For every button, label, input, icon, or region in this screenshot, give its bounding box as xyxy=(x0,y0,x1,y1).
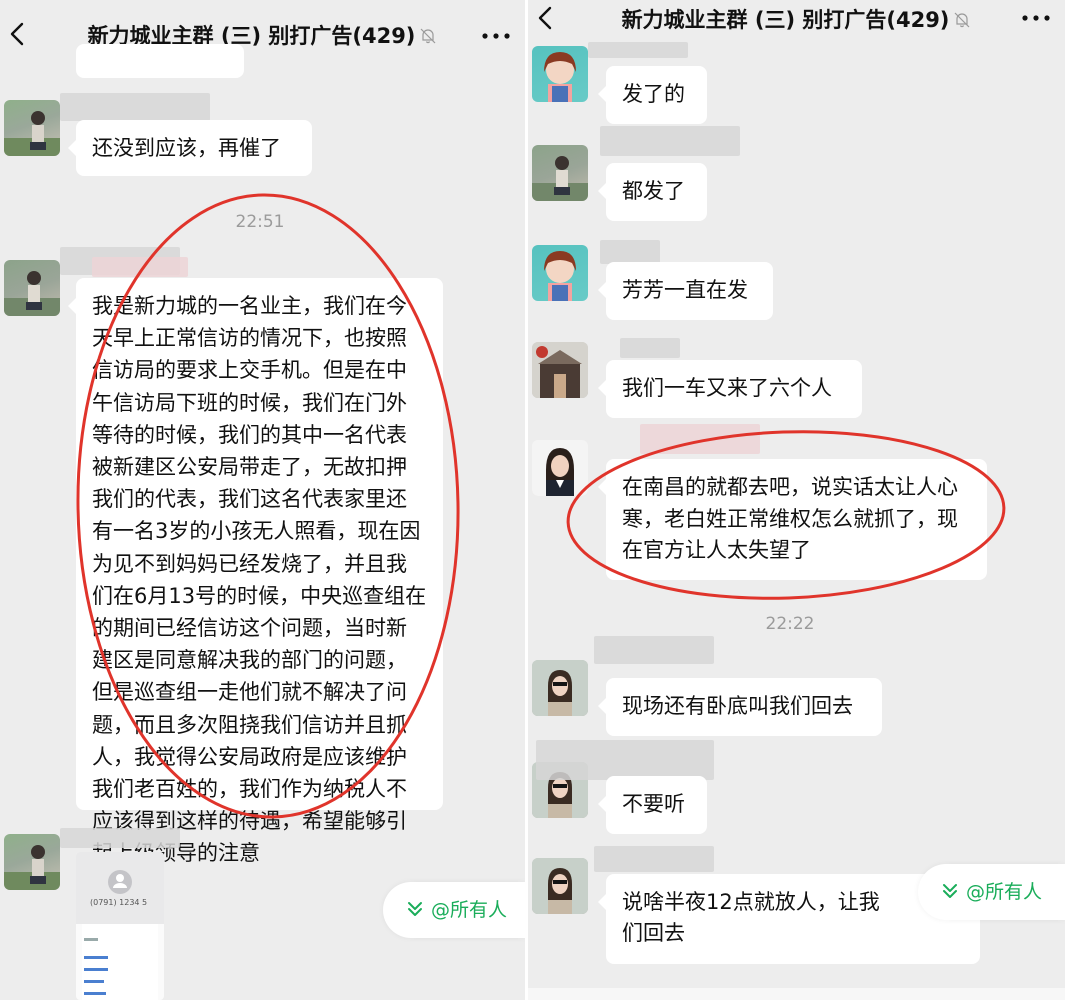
mention-all-chip[interactable]: @所有人 xyxy=(918,864,1065,920)
avatar[interactable] xyxy=(532,245,588,301)
message-bubble[interactable]: 不要听 xyxy=(598,776,707,834)
previous-message-bubble xyxy=(76,44,244,78)
mention-all-label: @所有人 xyxy=(431,899,508,921)
mute-bell-icon xyxy=(953,10,971,28)
timestamp: 22:51 xyxy=(235,212,285,232)
avatar[interactable] xyxy=(4,834,60,890)
sender-name-blurred xyxy=(620,338,680,358)
sender-name-blurred xyxy=(594,846,714,872)
message-text: 现场还有卧底叫我们回去 xyxy=(622,694,853,718)
message-text: 发了的 xyxy=(622,82,685,106)
message-bubble[interactable]: 在南昌的就都去吧，说实话太让人心寒，老白姓正常维权怎么就抓了，现在官方让人太失望… xyxy=(598,459,987,580)
message-bubble[interactable]: 都发了 xyxy=(598,163,707,221)
message-bubble[interactable]: 我是新力城的一名业主，我们在今天早上正常信访的情况下，也按照信访局的要求上交手机… xyxy=(68,278,443,865)
image-message-call-screenshot[interactable]: (0791) 1234 5 xyxy=(76,852,164,1000)
message-text: 还没到应该，再催了 xyxy=(92,136,281,160)
chat-panel-right: 新力城业主群 (三) 别打广告(429) 发了的 都发了 芳芳一直在发 我们一车… xyxy=(528,0,1065,1000)
message-text: 不要听 xyxy=(622,792,685,816)
message-bubble[interactable]: 还没到应该，再催了 xyxy=(68,120,312,176)
message-bubble[interactable]: 芳芳一直在发 xyxy=(598,262,773,320)
sender-name-blurred xyxy=(60,828,180,848)
chat-title: 新力城业主群 (三) 别打广告(429) xyxy=(528,4,1065,34)
message-text: 在南昌的就都去吧，说实话太让人心寒，老白姓正常维权怎么就抓了，现在官方让人太失望… xyxy=(622,475,958,562)
image-phone-number: (0791) 1234 5 xyxy=(90,898,148,907)
avatar[interactable] xyxy=(532,440,588,496)
sender-name-blurred xyxy=(600,126,740,156)
sender-name-blurred xyxy=(640,424,760,454)
sender-name-blurred xyxy=(594,636,714,664)
message-bubble[interactable]: 发了的 xyxy=(598,66,707,124)
message-text: 芳芳一直在发 xyxy=(622,278,748,302)
avatar[interactable] xyxy=(532,342,588,398)
sender-name-blurred xyxy=(92,257,188,277)
double-chevron-down-icon xyxy=(940,867,960,898)
sender-name-blurred xyxy=(536,740,714,780)
message-bubble[interactable]: 现场还有卧底叫我们回去 xyxy=(598,678,882,736)
more-dots-icon[interactable] xyxy=(1019,8,1053,28)
timestamp: 22:22 xyxy=(765,614,815,634)
chat-panel-left: 新力城业主群 (三) 别打广告(429) 还没到应该，再催了 22:51 我是新… xyxy=(0,0,525,1000)
avatar[interactable] xyxy=(532,145,588,201)
message-text: 说啥半夜12点就放人，让我们回去 xyxy=(622,890,880,946)
message-text: 我们一车又来了六个人 xyxy=(622,376,832,400)
mute-bell-icon xyxy=(419,26,437,44)
mention-all-label: @所有人 xyxy=(966,881,1043,903)
sender-name-blurred xyxy=(588,42,688,58)
double-chevron-down-icon xyxy=(405,885,425,916)
avatar[interactable] xyxy=(532,660,588,716)
avatar[interactable] xyxy=(4,260,60,316)
sender-name-blurred xyxy=(600,240,660,264)
message-bubble[interactable]: 我们一车又来了六个人 xyxy=(598,360,862,418)
more-dots-icon[interactable] xyxy=(479,26,513,46)
avatar[interactable] xyxy=(532,46,588,102)
avatar[interactable] xyxy=(532,858,588,914)
avatar[interactable] xyxy=(4,100,60,156)
mention-all-chip[interactable]: @所有人 xyxy=(383,882,525,938)
chat-header: 新力城业主群 (三) 别打广告(429) xyxy=(528,0,1065,40)
message-text: 都发了 xyxy=(622,179,685,203)
sender-name-blurred xyxy=(60,93,210,121)
chat-title-text: 新力城业主群 (三) 别打广告(429) xyxy=(621,8,950,32)
input-bar-edge xyxy=(528,988,1065,1000)
message-text: 我是新力城的一名业主，我们在今天早上正常信访的情况下，也按照信访局的要求上交手机… xyxy=(92,294,427,866)
